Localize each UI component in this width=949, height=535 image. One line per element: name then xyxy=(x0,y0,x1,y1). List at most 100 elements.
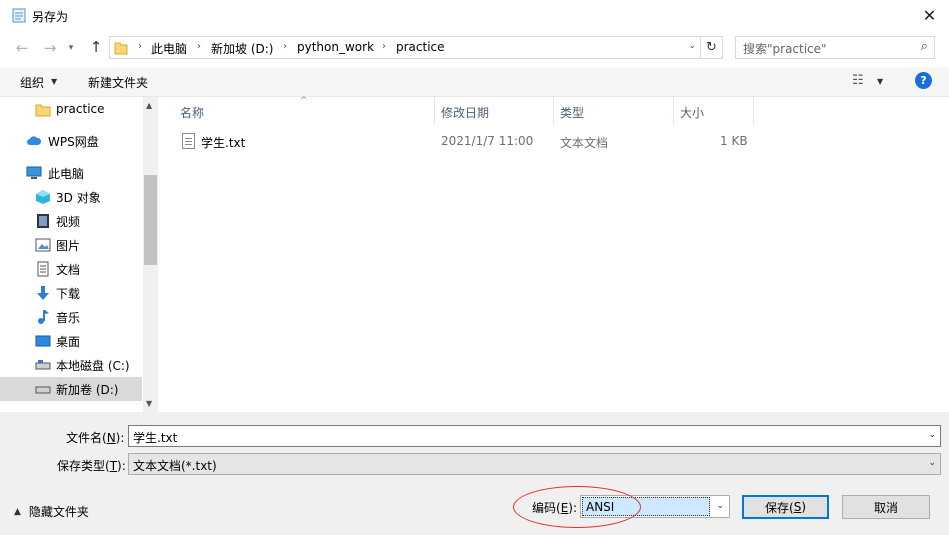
forward-arrow-icon[interactable]: → xyxy=(40,38,60,58)
scroll-up-icon[interactable]: ▲ xyxy=(146,101,152,110)
column-divider[interactable] xyxy=(673,97,674,125)
filetype-select[interactable]: 文本文档(*.txt) ⌄ xyxy=(128,453,941,475)
close-button[interactable]: ✕ xyxy=(910,0,949,31)
nav-item-label: 桌面 xyxy=(56,334,81,349)
nav-item-label: 新加卷 (D:) xyxy=(56,382,119,397)
nav-item-3d-objects[interactable]: 3D 对象 xyxy=(0,185,142,209)
scrollbar-thumb[interactable] xyxy=(144,175,157,265)
filename-value: 学生.txt xyxy=(133,431,178,445)
sort-ascending-icon: ^ xyxy=(300,96,308,106)
help-icon[interactable]: ? xyxy=(915,72,932,89)
nav-item-label: 文档 xyxy=(56,262,81,277)
breadcrumb-separator-icon: › xyxy=(283,41,287,52)
file-list: ^ 名称 修改日期 类型 大小 学生.txt 2021/1/7 11:00 文本… xyxy=(160,96,949,412)
breadcrumb-drive-d[interactable]: 新加坡 (D:) xyxy=(211,40,273,57)
nav-item-label: 音乐 xyxy=(56,310,81,325)
filename-field[interactable]: 学生.txt ⌄ xyxy=(128,425,941,447)
nav-item-practice[interactable]: practice xyxy=(0,97,142,121)
document-icon xyxy=(37,261,49,277)
file-modified: 2021/1/7 11:00 xyxy=(441,134,534,148)
nav-item-pictures[interactable]: 图片 xyxy=(0,233,142,257)
view-options-icon[interactable]: ☷ xyxy=(852,73,870,88)
cloud-icon xyxy=(27,136,42,145)
filetype-label: 保存类型(T): xyxy=(57,459,126,473)
search-placeholder: 搜索"practice" xyxy=(743,42,827,56)
nav-item-label: 下载 xyxy=(56,286,81,301)
search-icon: ⌕ xyxy=(920,39,928,54)
chevron-down-icon[interactable]: ⌄ xyxy=(928,458,936,468)
chevron-down-icon[interactable]: ⌄ xyxy=(688,41,696,51)
folder-icon xyxy=(114,42,128,55)
breadcrumb-practice[interactable]: practice xyxy=(396,40,445,54)
folder-icon xyxy=(35,104,51,117)
column-header-size[interactable]: 大小 xyxy=(680,104,704,121)
computer-icon xyxy=(26,166,42,179)
save-button[interactable]: 保存(S) xyxy=(742,495,829,519)
file-size: 1 KB xyxy=(720,134,748,148)
column-header-type[interactable]: 类型 xyxy=(560,104,584,121)
hide-folders-toggle[interactable]: ▲ 隐藏文件夹 xyxy=(14,503,89,520)
chevron-up-icon: ▲ xyxy=(14,506,21,517)
nav-item-drive-d[interactable]: 新加卷 (D:) xyxy=(0,377,142,401)
text-file-icon xyxy=(182,133,195,149)
cancel-button[interactable]: 取消 xyxy=(842,495,930,519)
column-divider[interactable] xyxy=(553,97,554,125)
nav-item-label: 3D 对象 xyxy=(56,190,101,205)
filetype-value: 文本文档(*.txt) xyxy=(133,459,217,473)
nav-item-downloads[interactable]: 下载 xyxy=(0,281,142,305)
nav-item-label: 视频 xyxy=(56,214,81,229)
picture-icon xyxy=(35,238,51,252)
new-folder-button[interactable]: 新建文件夹 xyxy=(88,74,148,91)
column-divider[interactable] xyxy=(753,97,754,125)
hide-folders-label: 隐藏文件夹 xyxy=(28,505,89,519)
nav-item-documents[interactable]: 文档 xyxy=(0,257,142,281)
scroll-down-icon[interactable]: ▼ xyxy=(146,399,152,408)
nav-item-videos[interactable]: 视频 xyxy=(0,209,142,233)
navigation-pane: practice WPS网盘 此电脑 3D 对象 视频 图片 文档 下载 音乐 … xyxy=(0,97,160,412)
download-icon xyxy=(37,286,49,300)
refresh-icon[interactable]: ↻ xyxy=(701,36,723,59)
file-type: 文本文档 xyxy=(560,136,609,150)
recent-locations-chevron-icon[interactable]: ▾ xyxy=(64,38,78,58)
cube-icon xyxy=(36,190,50,204)
nav-item-this-pc[interactable]: 此电脑 xyxy=(0,161,142,185)
breadcrumb-separator-icon: › xyxy=(197,41,201,52)
nav-item-label: 图片 xyxy=(56,238,81,253)
chevron-down-icon[interactable]: ▼ xyxy=(51,77,57,86)
nav-item-wps-cloud[interactable]: WPS网盘 xyxy=(0,129,142,153)
music-icon xyxy=(38,310,49,324)
breadcrumb-separator-icon: › xyxy=(382,41,386,52)
back-arrow-icon[interactable]: ← xyxy=(12,38,32,58)
nav-scrollbar[interactable]: ▲ ▼ xyxy=(143,97,158,412)
breadcrumb-this-pc[interactable]: 此电脑 xyxy=(151,40,187,57)
organize-button[interactable]: 组织 xyxy=(20,74,44,91)
breadcrumb-python-work[interactable]: python_work xyxy=(297,40,374,54)
nav-item-label: 此电脑 xyxy=(48,166,85,181)
column-header-name[interactable]: 名称 xyxy=(180,104,204,121)
drive-icon xyxy=(35,386,51,394)
notepad-icon xyxy=(12,8,26,23)
window-title: 另存为 xyxy=(32,10,69,24)
title-bar xyxy=(0,0,949,31)
chevron-down-icon[interactable]: ⌄ xyxy=(928,430,936,440)
nav-item-drive-c[interactable]: 本地磁盘 (C:) xyxy=(0,353,142,377)
filename-label: 文件名(N): xyxy=(66,431,125,445)
drive-icon xyxy=(35,360,51,370)
file-name: 学生.txt xyxy=(201,136,246,150)
nav-item-desktop[interactable]: 桌面 xyxy=(0,329,142,353)
up-arrow-icon[interactable]: ↑ xyxy=(86,37,106,57)
search-input[interactable]: 搜索"practice" ⌕ xyxy=(735,36,935,59)
column-divider[interactable] xyxy=(434,97,435,125)
annotation-circle xyxy=(513,486,641,528)
video-icon xyxy=(37,214,49,228)
desktop-icon xyxy=(35,335,51,347)
column-header-modified[interactable]: 修改日期 xyxy=(441,104,489,121)
nav-item-label: 本地磁盘 (C:) xyxy=(56,358,130,373)
breadcrumb-separator-icon: › xyxy=(138,41,142,52)
nav-item-label: practice xyxy=(56,102,105,116)
nav-item-label: WPS网盘 xyxy=(48,134,99,149)
address-bar[interactable]: › 此电脑 › 新加坡 (D:) › python_work › practic… xyxy=(109,36,701,59)
nav-item-music[interactable]: 音乐 xyxy=(0,305,142,329)
chevron-down-icon[interactable]: ▼ xyxy=(877,77,883,86)
chevron-down-icon[interactable]: ⌄ xyxy=(716,501,724,511)
